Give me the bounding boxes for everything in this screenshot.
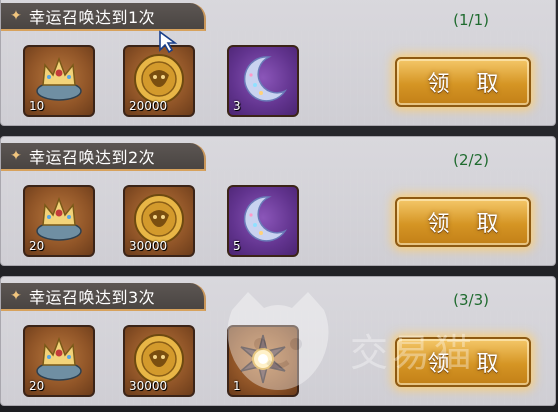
claim-button[interactable]: 领 取: [395, 57, 531, 107]
claim-button-label: 领 取: [427, 72, 509, 97]
item-quantity: 3: [233, 99, 241, 113]
task-card: ✦ 幸运召唤达到2次 (2/2) 20 30000 5 领 取: [0, 136, 556, 266]
task-card: ✦ 幸运召唤达到1次 (1/1) 10 20000 3 领 取: [0, 0, 556, 126]
reward-item[interactable]: 3: [227, 45, 299, 117]
task-title-tab: ✦ 幸运召唤达到3次: [1, 283, 206, 311]
task-title-tab: ✦ 幸运召唤达到2次: [1, 143, 206, 171]
reward-item[interactable]: 30000: [123, 325, 195, 397]
task-title: 幸运召唤达到3次: [29, 288, 156, 307]
item-quantity: 20: [29, 379, 45, 393]
item-quantity: 30000: [129, 239, 168, 253]
reward-item[interactable]: 20: [23, 185, 95, 257]
task-progress: (2/2): [453, 151, 489, 169]
sparkle-icon: ✦: [10, 148, 22, 164]
crown-cushion-icon: [36, 336, 82, 381]
claim-button[interactable]: 领 取: [395, 197, 531, 247]
reward-item[interactable]: 20: [23, 325, 95, 397]
crescent-moon-icon: [243, 56, 288, 102]
task-title-tab: ✦ 幸运召唤达到1次: [1, 3, 206, 31]
sparkle-icon: ✦: [10, 288, 22, 304]
reward-list: ✦ 幸运召唤达到1次 (1/1) 10 20000 3 领 取 ✦ 幸运召唤达到…: [0, 0, 558, 412]
item-quantity: 5: [233, 239, 241, 253]
watermark-cat-logo-icon: [227, 292, 329, 390]
task-title: 幸运召唤达到1次: [29, 8, 156, 27]
item-quantity: 20000: [129, 99, 168, 113]
crescent-moon-icon: [243, 196, 288, 242]
crown-cushion-icon: [36, 196, 82, 241]
crown-cushion-icon: [36, 56, 82, 101]
item-quantity: 30000: [129, 379, 168, 393]
task-progress: (1/1): [453, 11, 489, 29]
reward-item[interactable]: 5: [227, 185, 299, 257]
task-progress: (3/3): [453, 291, 489, 309]
reward-item[interactable]: 30000: [123, 185, 195, 257]
watermark-text: 交易猫: [350, 331, 477, 375]
reward-item[interactable]: 10: [23, 45, 95, 117]
item-quantity: 20: [29, 239, 45, 253]
reward-item[interactable]: 20000: [123, 45, 195, 117]
sparkle-icon: ✦: [10, 8, 22, 24]
mouse-pointer-icon: [159, 30, 178, 54]
item-quantity: 10: [29, 99, 45, 113]
task-title: 幸运召唤达到2次: [29, 148, 156, 167]
claim-button-label: 领 取: [427, 212, 509, 237]
